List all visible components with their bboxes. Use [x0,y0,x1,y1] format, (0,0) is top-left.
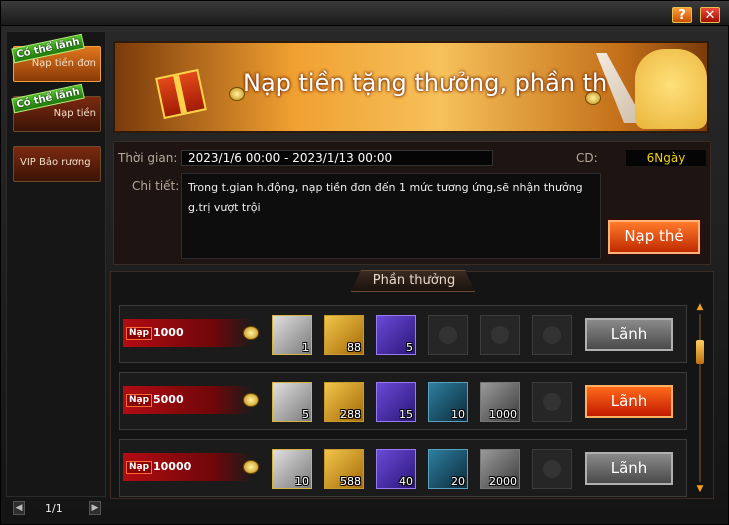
event-window: ? ✕ Nạp tiền đơn Có thể lãnh Nạp tiền Có… [0,0,729,525]
sidebar-item-topup[interactable]: Nạp tiền Có thể lãnh [11,83,101,132]
cd-value: 6Ngày [626,150,706,166]
empty-slot-icon [532,382,572,422]
tier-bar: Nạp 1000 [123,319,259,347]
time-value: 2023/1/6 00:00 - 2023/1/13 00:00 [181,150,493,166]
scroll-icon[interactable]: 10 [272,449,312,489]
item-qty: 2000 [489,475,517,488]
lion-gem-icon[interactable]: 5 [376,315,416,355]
scroll-down-icon[interactable]: ▼ [695,484,705,494]
reward-row: Nạp 5000 5 288 15 10 1000 Lãnh [119,372,687,430]
stone-icon[interactable]: 1000 [480,382,520,422]
mask-icon[interactable]: 10 [428,382,468,422]
tier-amount: 5000 [153,393,184,406]
mask-icon[interactable]: 20 [428,449,468,489]
coin-icon [243,460,259,474]
stone-icon[interactable]: 2000 [480,449,520,489]
scroll-icon[interactable]: 1 [272,315,312,355]
item-qty: 20 [451,475,465,488]
cd-label: CD: [576,151,598,165]
scroll-icon[interactable]: 5 [272,382,312,422]
sidebar-pager: ◀ 1/1 ▶ [13,501,103,517]
topup-card-button[interactable]: Nạp thẻ [608,220,700,254]
card-icon[interactable]: 288 [324,382,364,422]
sidebar-item-single-topup[interactable]: Nạp tiền đơn Có thể lãnh [11,33,101,82]
item-qty: 10 [295,475,309,488]
lion-gem-icon[interactable]: 40 [376,449,416,489]
item-qty: 288 [340,408,361,421]
rewards-scrollbar[interactable]: ▲ ▼ [695,302,705,494]
tier-prefix: Nạp [126,461,153,474]
mascot-cat-icon [635,49,707,129]
event-info-panel: Thời gian: 2023/1/6 00:00 - 2023/1/13 00… [113,141,711,265]
tier-prefix: Nạp [126,394,153,407]
item-qty: 5 [406,341,413,354]
page-indicator: 1/1 [45,502,63,515]
rewards-panel: Phần thưởng Nạp 1000 1 88 5 Lãnh Nạp 500… [110,270,714,499]
sidebar-item-label: Nạp tiền [53,108,96,119]
item-qty: 88 [347,341,361,354]
detail-text: Trong t.gian h.động, nạp tiền đơn đến 1 … [181,173,601,259]
item-qty: 10 [451,408,465,421]
claim-button[interactable]: Lãnh [585,385,673,418]
empty-slot-icon [480,315,520,355]
empty-slot-icon [532,315,572,355]
sidebar-item-vip-chest[interactable]: VIP Bảo rương [13,146,101,182]
tier-prefix: Nạp [126,327,153,340]
time-label: Thời gian: [118,151,178,165]
empty-slot-icon [532,449,572,489]
empty-slot-icon [428,315,468,355]
claim-button[interactable]: Lãnh [585,452,673,485]
tier-bar: Nạp 5000 [123,386,259,414]
help-button[interactable]: ? [672,7,692,23]
tier-amount: 1000 [153,326,184,339]
sidebar-item-label: VIP Bảo rương [20,157,91,168]
card-icon[interactable]: 588 [324,449,364,489]
coin-icon [243,326,259,340]
banner-title: Nạp tiền tặng thưởng, phần th [243,69,608,97]
reward-row: Nạp 1000 1 88 5 Lãnh [119,305,687,363]
item-qty: 588 [340,475,361,488]
item-qty: 1 [302,341,309,354]
title-bar: ? ✕ [1,1,729,26]
claim-button[interactable]: Lãnh [585,318,673,351]
coin-icon [243,393,259,407]
scroll-up-icon[interactable]: ▲ [695,302,705,312]
rewards-title: Phần thưởng [372,273,456,288]
close-button[interactable]: ✕ [700,7,720,23]
sidebar: Nạp tiền đơn Có thể lãnh Nạp tiền Có thể… [6,31,106,497]
reward-row: Nạp 10000 10 588 40 20 2000 Lãnh [119,439,687,497]
tier-bar: Nạp 10000 [123,453,259,481]
item-qty: 1000 [489,408,517,421]
detail-label: Chi tiết: [132,179,180,193]
tier-amount: 10000 [153,460,192,473]
item-qty: 15 [399,408,413,421]
scroll-thumb[interactable] [696,340,704,364]
lion-gem-icon[interactable]: 15 [376,382,416,422]
card-icon[interactable]: 88 [324,315,364,355]
gift-box-icon [155,68,207,120]
rewards-header: Phần thưởng [351,270,475,292]
sidebar-item-label: Nạp tiền đơn [31,58,96,69]
item-qty: 5 [302,408,309,421]
prev-page-button[interactable]: ◀ [13,501,25,515]
event-banner: Nạp tiền tặng thưởng, phần th [113,41,709,133]
next-page-button[interactable]: ▶ [89,501,101,515]
item-qty: 40 [399,475,413,488]
